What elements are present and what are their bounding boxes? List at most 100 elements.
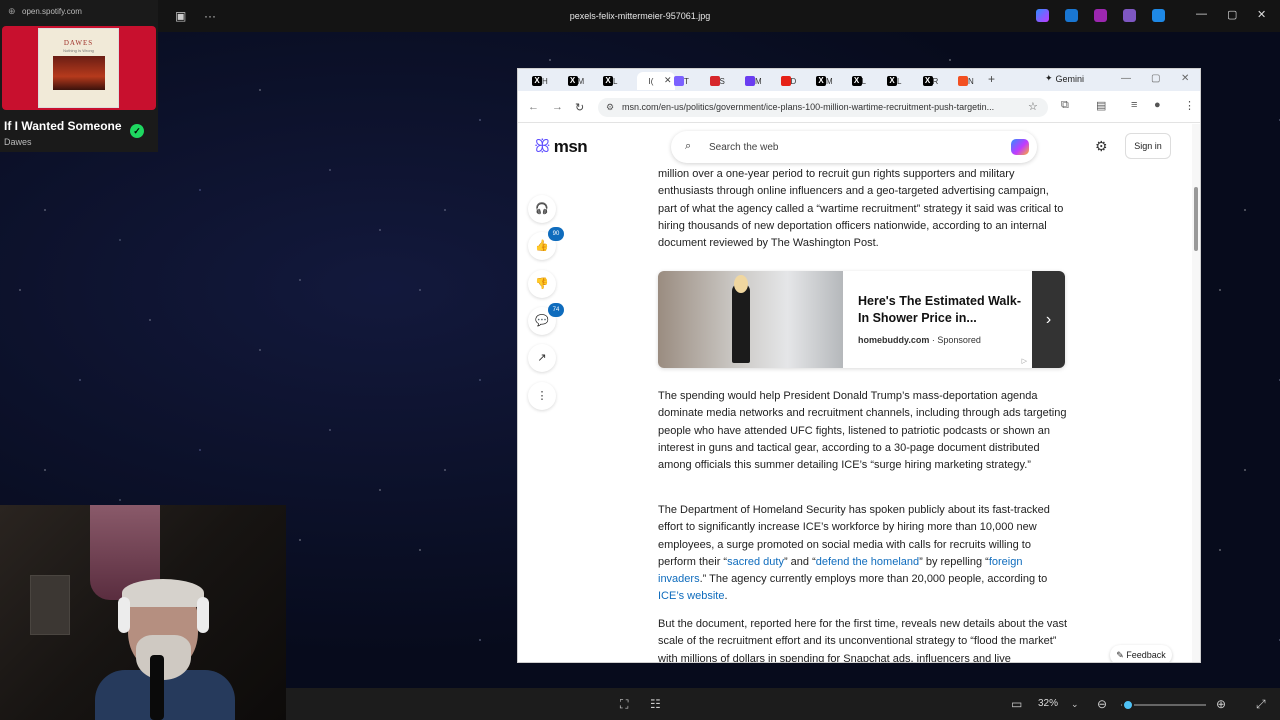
ad-choices-icon[interactable]: ▷: [1022, 357, 1027, 365]
browser-tab[interactable]: N: [956, 72, 989, 90]
page-scrollbar[interactable]: [1192, 124, 1200, 662]
album-art: DAWES Nothing Is Wrong: [38, 28, 119, 108]
viewer-file-title: pexels-felix-mittermeier-957061.jpg: [569, 11, 711, 21]
text-span: .: [724, 590, 728, 603]
reading-list-icon[interactable]: ≡: [1131, 99, 1137, 111]
tab-strip: + ✦ Gemini — ▢ ✕ X H X M X L I(✕ T S M D X M X L X L X R N: [518, 69, 1200, 91]
browser-close-icon[interactable]: ✕: [1181, 73, 1189, 84]
browser-window: + ✦ Gemini — ▢ ✕ X H X M X L I(✕ T S M D X M X L X L X R N …: [517, 68, 1201, 663]
browser-toolbar: ← → ↻ ⚙ msn.com/en-us/politics/governmen…: [518, 91, 1200, 123]
zoom-slider-knob[interactable]: [1122, 699, 1134, 711]
ad-image[interactable]: [658, 271, 843, 368]
tab-label: L: [897, 76, 902, 86]
fullscreen-icon[interactable]: ⤢: [1256, 697, 1266, 712]
search-box[interactable]: ⌕: [671, 131, 1037, 163]
minimize-icon[interactable]: —: [1196, 8, 1207, 20]
sponsored-ad-card[interactable]: Here's The Estimated Walk-In Shower Pric…: [658, 271, 1065, 368]
close-icon[interactable]: ✕: [1257, 8, 1266, 21]
artist-name[interactable]: Dawes: [4, 137, 32, 147]
song-title: If I Wanted Someone: [4, 119, 122, 133]
sign-in-button[interactable]: Sign in: [1125, 133, 1171, 159]
dislike-thumb-icon[interactable]: 👎: [528, 270, 556, 298]
cloud-tray-icon[interactable]: [1152, 9, 1165, 22]
split-view-icon[interactable]: ▤: [1096, 99, 1106, 112]
crop-icon[interactable]: ⛶: [620, 697, 628, 712]
copilot-tray-icon[interactable]: [1036, 9, 1049, 22]
settings-gear-icon[interactable]: ⚙: [1095, 138, 1108, 155]
browser-tab[interactable]: XL: [850, 72, 883, 90]
share-icon[interactable]: ↗: [528, 344, 556, 372]
gemini-button[interactable]: ✦ Gemini: [1045, 73, 1084, 84]
text-span: .” The agency currently employs more tha…: [699, 573, 1048, 586]
ad-source: homebuddy.com · Sponsored: [858, 335, 981, 345]
more-actions-icon[interactable]: ⋮: [528, 382, 556, 410]
cam-door: [30, 575, 70, 635]
chevron-right-icon[interactable]: ›: [1032, 271, 1065, 368]
maximize-icon[interactable]: ▢: [1227, 8, 1237, 21]
copilot-icon[interactable]: [1011, 139, 1029, 155]
bookmark-star-icon[interactable]: ☆: [1028, 100, 1038, 113]
browser-maximize-icon[interactable]: ▢: [1151, 73, 1160, 84]
search-input[interactable]: [709, 131, 989, 163]
browser-tab[interactable]: T: [672, 72, 705, 90]
ad-title[interactable]: Here's The Estimated Walk-In Shower Pric…: [858, 293, 1028, 327]
feedback-button[interactable]: ✎ Feedback: [1110, 645, 1172, 662]
designer-tray-icon[interactable]: [1094, 9, 1107, 22]
fit-screen-icon[interactable]: ▭: [1011, 697, 1022, 711]
likes-count: 90: [548, 227, 564, 241]
browser-tab[interactable]: XM: [566, 72, 599, 90]
browser-tab[interactable]: I(✕: [636, 72, 675, 90]
tab-favicon-icon: [745, 76, 755, 86]
tab-label: L: [861, 76, 866, 86]
tab-label: N: [968, 76, 974, 86]
browser-tab[interactable]: M: [743, 72, 776, 90]
tab-label: M: [755, 76, 762, 86]
article-paragraph: million over a one-year period to recrui…: [658, 168, 1064, 250]
msn-logo[interactable]: ꕥ msn: [534, 136, 588, 157]
globe-icon: ⊕: [8, 6, 16, 16]
forward-icon[interactable]: →: [552, 101, 563, 113]
microphone: [150, 655, 164, 720]
browser-tab[interactable]: XR: [921, 72, 954, 90]
browser-tab[interactable]: XM: [814, 72, 847, 90]
headphone-left: [118, 597, 130, 633]
back-icon[interactable]: ←: [528, 101, 539, 113]
tab-close-icon[interactable]: ✕: [664, 75, 672, 86]
ice-website-link[interactable]: ICE’s website: [658, 590, 724, 602]
search-icon: ⌕: [685, 140, 692, 152]
sacred-duty-link[interactable]: sacred duty: [727, 556, 784, 568]
zoom-level[interactable]: 32%: [1038, 698, 1058, 709]
browser-menu-icon[interactable]: ⋮: [1184, 99, 1195, 112]
text-span: ” and “: [783, 555, 816, 568]
liked-check-icon[interactable]: ✓: [130, 124, 144, 138]
listen-headphones-icon[interactable]: 🎧: [528, 195, 556, 223]
zoom-in-icon[interactable]: ⊕: [1216, 697, 1226, 711]
article-paragraph: But the document, reported here for the …: [658, 618, 1068, 663]
scroll-thumb[interactable]: [1194, 187, 1198, 251]
site-info-icon[interactable]: ⚙: [606, 98, 614, 117]
browser-tab[interactable]: S: [708, 72, 741, 90]
clipchamp-tray-icon[interactable]: [1123, 9, 1136, 22]
browser-minimize-icon[interactable]: —: [1121, 73, 1131, 84]
extensions-icon[interactable]: ⧉: [1061, 99, 1069, 112]
browser-tab[interactable]: XL: [885, 72, 918, 90]
spotify-miniplayer[interactable]: ⊕ open.spotify.com DAWES Nothing Is Wron…: [0, 0, 158, 152]
browser-tab[interactable]: D: [779, 72, 812, 90]
profile-avatar-icon[interactable]: ●: [1154, 99, 1161, 111]
feedback-label: Feedback: [1126, 650, 1166, 660]
tab-label: M: [577, 76, 585, 86]
browser-tab[interactable]: XH: [530, 72, 563, 90]
new-tab-icon[interactable]: +: [988, 72, 995, 86]
tab-favicon-icon: X: [887, 76, 897, 86]
address-bar[interactable]: ⚙ msn.com/en-us/politics/government/ice-…: [598, 98, 1048, 117]
tab-favicon-icon: X: [816, 76, 826, 86]
edit-tray-icon[interactable]: [1065, 9, 1078, 22]
zoom-dropdown-icon[interactable]: ⌄: [1071, 699, 1079, 710]
defend-homeland-link[interactable]: defend the homeland: [816, 556, 919, 568]
tab-label: R: [932, 76, 939, 86]
text-recognize-icon[interactable]: ☷: [650, 697, 661, 711]
reload-icon[interactable]: ↻: [575, 101, 584, 114]
browser-tab[interactable]: XL: [601, 72, 634, 90]
tab-favicon-icon: [674, 76, 684, 86]
zoom-out-icon[interactable]: ⊖: [1097, 697, 1107, 711]
